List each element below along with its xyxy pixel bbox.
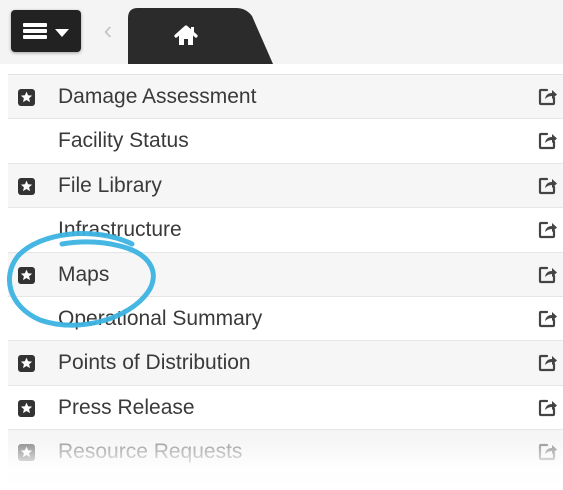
- share-icon[interactable]: [538, 86, 558, 106]
- top-toolbar: ‹: [0, 0, 563, 64]
- list-item-label: Maps: [58, 262, 110, 286]
- star-badge-icon[interactable]: [18, 177, 35, 195]
- caret-down-icon: [55, 29, 69, 37]
- list-item-label: Operational Summary: [58, 306, 263, 330]
- list-item-label: Resource Requests: [58, 440, 243, 464]
- list-item-partial: [8, 474, 563, 490]
- share-icon[interactable]: [538, 308, 558, 328]
- list-item[interactable]: File Library: [8, 163, 563, 209]
- share-icon[interactable]: [538, 130, 558, 150]
- menu-dropdown-button[interactable]: [11, 10, 81, 52]
- back-button[interactable]: ‹: [97, 12, 119, 50]
- list-item-label: Infrastructure: [58, 218, 182, 242]
- star-badge-icon[interactable]: [18, 266, 35, 284]
- star-badge-icon[interactable]: [18, 89, 35, 106]
- list-item-label: Points of Distribution: [58, 351, 251, 375]
- list-item[interactable]: Maps: [8, 252, 563, 297]
- star-badge-icon[interactable]: [18, 355, 35, 373]
- share-icon[interactable]: [538, 219, 558, 239]
- list-item[interactable]: Resource Requests: [8, 430, 563, 475]
- app-window: ‹ Damage Assessment Facility Status File L…: [0, 0, 563, 490]
- list-item-label: Facility Status: [58, 129, 189, 153]
- list-item[interactable]: Operational Summary: [8, 296, 563, 342]
- dashboard-list: Damage Assessment Facility Status File Lib…: [8, 74, 563, 475]
- chevron-left-icon: ‹: [103, 15, 113, 45]
- list-item-label: File Library: [58, 173, 162, 197]
- home-tab[interactable]: [128, 8, 273, 64]
- list-item-label: Damage Assessment: [58, 85, 257, 108]
- list-item[interactable]: Infrastructure: [8, 208, 563, 253]
- share-icon[interactable]: [538, 175, 558, 195]
- share-icon[interactable]: [538, 352, 558, 372]
- star-badge-icon[interactable]: [18, 444, 35, 462]
- list-item[interactable]: Facility Status: [8, 119, 563, 164]
- share-icon[interactable]: [538, 264, 558, 284]
- list-item[interactable]: Points of Distribution: [8, 341, 563, 386]
- list-item[interactable]: Press Release: [8, 385, 563, 431]
- list-item-label: Press Release: [58, 395, 195, 419]
- list-item[interactable]: Damage Assessment: [8, 75, 563, 120]
- share-icon[interactable]: [538, 441, 558, 461]
- share-icon[interactable]: [538, 397, 558, 417]
- star-badge-icon[interactable]: [18, 399, 35, 417]
